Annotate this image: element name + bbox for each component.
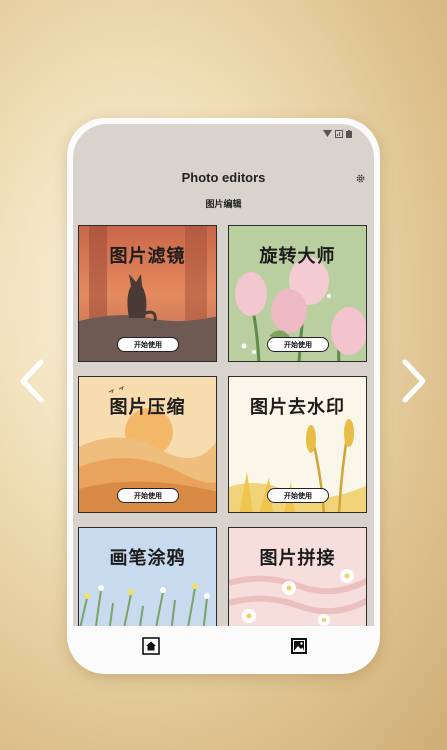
- card-title: 图片去水印: [250, 397, 345, 418]
- tab-gallery[interactable]: [289, 636, 309, 656]
- chevron-right-icon: [402, 359, 426, 403]
- card-title: 图片压缩: [109, 397, 186, 418]
- wifi-icon: [323, 130, 332, 137]
- tab-home[interactable]: [141, 636, 161, 656]
- card-photo-compress[interactable]: 图片压缩 开始使用: [78, 376, 217, 513]
- start-button[interactable]: 开始使用: [117, 488, 179, 503]
- app-title: Photo editors: [181, 170, 266, 185]
- signal-icon: [335, 130, 343, 138]
- app-screen: Photo editors 图片编辑 图片滤镜 开始使用 旋转大师 开始使用 图…: [73, 124, 374, 668]
- card-title: 旋转大师: [259, 246, 336, 267]
- phone-frame: Photo editors 图片编辑 图片滤镜 开始使用 旋转大师 开始使用 图…: [67, 118, 380, 674]
- card-brush-doodle[interactable]: 画笔涂鸦: [78, 527, 217, 632]
- next-arrow-button[interactable]: [396, 356, 432, 406]
- bottom-tab-bar: [73, 626, 374, 668]
- card-photo-collage[interactable]: 图片拼接: [228, 527, 367, 632]
- card-rotate-master[interactable]: 旋转大师 开始使用: [228, 225, 367, 362]
- card-title: 图片滤镜: [109, 246, 186, 267]
- app-subtitle: 图片编辑: [205, 200, 242, 210]
- start-button[interactable]: 开始使用: [117, 337, 179, 352]
- card-watermark-remove[interactable]: 图片去水印 开始使用: [228, 376, 367, 513]
- status-bar: [323, 128, 352, 140]
- chevron-left-icon: [20, 359, 44, 403]
- gear-icon: [356, 174, 364, 182]
- start-button[interactable]: 开始使用: [267, 488, 329, 503]
- battery-icon: [346, 130, 352, 138]
- previous-arrow-button[interactable]: [14, 356, 50, 406]
- card-title: 画笔涂鸦: [109, 548, 186, 569]
- home-icon: [142, 637, 160, 655]
- card-title: 图片拼接: [259, 548, 336, 569]
- card-photo-filter[interactable]: 图片滤镜 开始使用: [78, 225, 217, 362]
- settings-button[interactable]: [354, 172, 366, 184]
- start-button[interactable]: 开始使用: [267, 337, 329, 352]
- image-icon: [291, 638, 307, 654]
